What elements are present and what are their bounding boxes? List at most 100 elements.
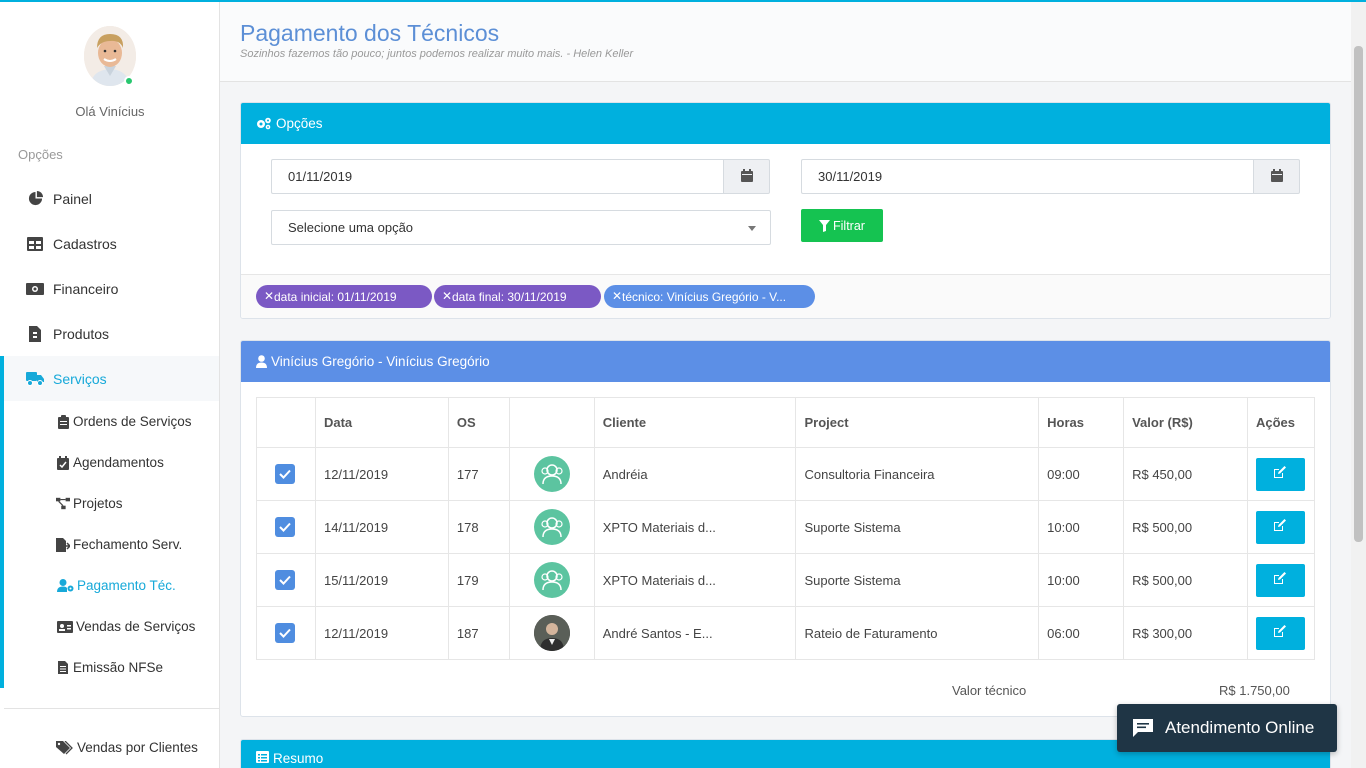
col-os[interactable]: OS: [447, 397, 510, 448]
date-start-calendar-button[interactable]: [723, 159, 770, 194]
technician-select-placeholder: Selecione uma opção: [288, 220, 414, 235]
edit-icon: [1273, 519, 1287, 535]
row-os: 177: [447, 447, 510, 501]
row-hours: 09:00: [1038, 447, 1125, 501]
page-scrollbar[interactable]: [1351, 2, 1366, 768]
sidebar-subitem-emissao-nfse[interactable]: Emissão NFSe: [4, 647, 219, 688]
row-checkbox[interactable]: [275, 517, 295, 537]
close-icon[interactable]: ✕: [264, 289, 274, 303]
user-cog-icon: [56, 579, 74, 593]
client-avatar: [533, 615, 570, 651]
col-hours[interactable]: Horas: [1038, 397, 1125, 448]
sidebar-subitem-agendamentos[interactable]: Agendamentos: [4, 442, 219, 483]
edit-icon: [1273, 572, 1287, 588]
active-filters-bar: ✕ data inicial: 01/11/2019 ✕ data final:…: [241, 274, 1330, 318]
pie-chart-icon: [26, 191, 44, 207]
sidebar-item-vendas-clientes[interactable]: Vendas por Clientes: [56, 740, 198, 755]
table-row: 15/11/2019 179 XPTO Materiais d... Supor…: [256, 553, 1316, 607]
client-avatar-icon: [533, 509, 570, 545]
sidebar-item-cadastros[interactable]: Cadastros: [0, 221, 219, 266]
payments-table: Data OS Cliente Project Horas Valor (R$)…: [256, 397, 1316, 660]
row-client: Andréia: [593, 447, 797, 501]
row-checkbox[interactable]: [275, 623, 295, 643]
row-date: 12/11/2019: [314, 447, 449, 501]
client-avatar-icon: [533, 456, 570, 492]
total-label: Valor técnico: [952, 683, 1027, 698]
col-date[interactable]: Data: [314, 397, 449, 448]
row-date: 14/11/2019: [314, 500, 449, 554]
sidebar-item-label: Serviços: [53, 370, 107, 387]
row-checkbox[interactable]: [275, 570, 295, 590]
sidebar-item-produtos[interactable]: Produtos: [0, 311, 219, 356]
close-icon[interactable]: ✕: [442, 289, 452, 303]
row-checkbox[interactable]: [275, 464, 295, 484]
date-end-input[interactable]: 30/11/2019: [801, 159, 1253, 194]
row-os: 187: [447, 606, 510, 660]
filter-button[interactable]: Filtrar: [801, 209, 883, 242]
sidebar-subitem-label: Emissão NFSe: [73, 660, 164, 675]
date-end-calendar-button[interactable]: [1253, 159, 1300, 194]
file-export-icon: [56, 537, 70, 552]
col-avatar: [508, 397, 595, 448]
sidebar-subitem-projetos[interactable]: Projetos: [4, 483, 219, 524]
edit-button[interactable]: [1255, 616, 1305, 650]
filter-chip-date-start[interactable]: ✕ data inicial: 01/11/2019: [256, 285, 432, 308]
sidebar-item-financeiro[interactable]: Financeiro: [0, 266, 219, 311]
technician-select[interactable]: Selecione uma opção: [271, 210, 771, 245]
sidebar-item-label: Financeiro: [53, 280, 119, 297]
calendar-check-icon: [56, 455, 70, 470]
chat-icon: [1133, 719, 1153, 737]
top-accent-line: [0, 0, 1366, 2]
greeting: Olá Vinícius: [75, 104, 145, 119]
sidebar-menu: Painel Cadastros Financeiro Produtos Ser…: [0, 176, 219, 688]
user-avatar[interactable]: [84, 26, 136, 86]
sidebar-subitem-pagamento[interactable]: Pagamento Téc.: [4, 565, 219, 606]
cogs-icon: [256, 117, 272, 130]
table-icon: [26, 236, 44, 252]
date-start-group: 01/11/2019: [271, 159, 770, 194]
row-hours: 06:00: [1038, 606, 1125, 660]
page-header: Pagamento dos Técnicos Sozinhos fazemos …: [220, 2, 1351, 82]
filter-chip-date-end[interactable]: ✕ data final: 30/11/2019: [434, 285, 601, 308]
sidebar-subitem-vendas-servicos[interactable]: Vendas de Serviços: [4, 606, 219, 647]
project-diagram-icon: [56, 497, 70, 511]
options-panel-title: Opções: [276, 116, 323, 131]
col-actions: Ações: [1246, 397, 1316, 448]
filter-chip-technician[interactable]: ✕ técnico: Vinícius Gregório - V...: [604, 285, 815, 308]
page-title: Pagamento dos Técnicos: [240, 20, 500, 46]
close-icon[interactable]: ✕: [612, 289, 622, 303]
edit-button[interactable]: [1255, 457, 1305, 491]
filter-chip-label: data inicial: 01/11/2019: [274, 289, 397, 304]
calendar-icon: [1270, 168, 1283, 185]
sidebar-item-servicos[interactable]: Serviços: [0, 356, 219, 401]
row-os: 178: [447, 500, 510, 554]
page-quote: Sozinhos fazemos tão pouco; juntos podem…: [240, 48, 634, 60]
row-hours: 10:00: [1038, 500, 1125, 554]
sidebar-item-label: Painel: [53, 190, 92, 207]
sidebar-item-painel[interactable]: Painel: [0, 176, 219, 221]
filter-chip-label: técnico: Vinícius Gregório - V...: [622, 289, 787, 304]
technician-panel: Vinícius Gregório - Vinícius Gregório Da…: [240, 340, 1331, 717]
date-start-input[interactable]: 01/11/2019: [271, 159, 723, 194]
edit-icon: [1273, 466, 1287, 482]
col-project[interactable]: Project: [795, 397, 1040, 448]
edit-button[interactable]: [1255, 563, 1305, 597]
sidebar-subitem-label: Ordens de Serviços: [73, 414, 192, 429]
col-value[interactable]: Valor (R$): [1123, 397, 1248, 448]
col-client[interactable]: Cliente: [593, 397, 797, 448]
options-panel-header: Opções: [241, 103, 1330, 144]
clipboard-icon: [56, 414, 70, 429]
online-support-chat-button[interactable]: Atendimento Online: [1117, 704, 1337, 752]
total-value: R$ 1.750,00: [1219, 683, 1290, 698]
row-date: 15/11/2019: [314, 553, 449, 607]
sidebar-subitem-label: Pagamento Téc.: [77, 578, 176, 593]
scrollbar-thumb[interactable]: [1354, 46, 1363, 542]
edit-button[interactable]: [1255, 510, 1305, 544]
money-icon: [26, 281, 44, 297]
sidebar-submenu-servicos: Ordens de Serviços Agendamentos Projetos…: [0, 401, 219, 688]
tags-icon: [56, 740, 73, 755]
truck-icon: [26, 371, 44, 387]
sidebar-subitem-fechamento[interactable]: Fechamento Serv.: [4, 524, 219, 565]
file-alt-icon: [56, 661, 70, 675]
sidebar-subitem-ordens[interactable]: Ordens de Serviços: [4, 401, 219, 442]
